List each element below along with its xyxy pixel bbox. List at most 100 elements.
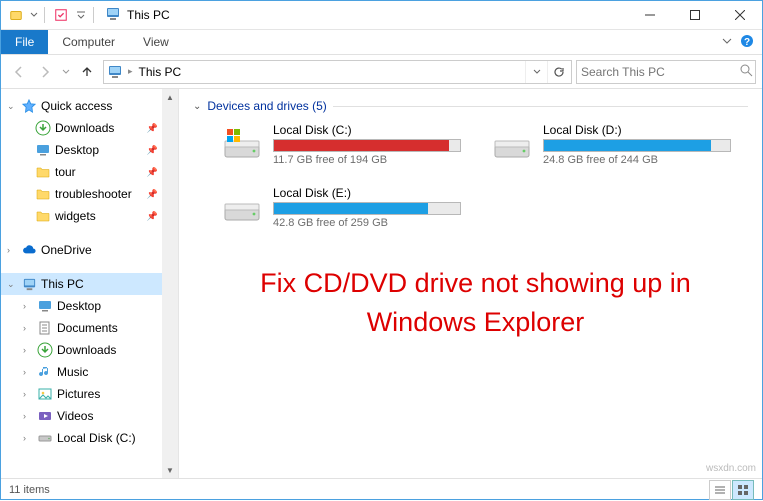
sidebar-item-label: Local Disk (C:) (57, 431, 136, 445)
back-button[interactable] (7, 60, 31, 84)
view-tiles-button[interactable] (732, 480, 754, 500)
navbar: ▸ This PC (1, 55, 762, 89)
tab-computer[interactable]: Computer (48, 30, 129, 54)
divider (333, 106, 748, 107)
address-dropdown-icon[interactable] (525, 61, 547, 83)
qat-dropdown-icon[interactable] (29, 4, 39, 26)
ribbon-expand-icon[interactable] (722, 35, 732, 49)
sidebar-item-label: Desktop (55, 143, 99, 157)
pin-icon: 📌 (147, 189, 158, 200)
sidebar-item[interactable]: › Pictures (1, 383, 178, 405)
up-button[interactable] (75, 60, 99, 84)
sidebar-quick-access[interactable]: ⌄ Quick access (1, 95, 178, 117)
refresh-button[interactable] (547, 61, 569, 83)
watermark: wsxdn.com (706, 463, 756, 474)
pin-icon: 📌 (147, 123, 158, 134)
sidebar-item[interactable]: › Music (1, 361, 178, 383)
drive-item[interactable]: Local Disk (D:)24.8 GB free of 244 GB (491, 123, 731, 166)
search-icon[interactable] (740, 64, 753, 80)
desktop-icon (37, 298, 53, 314)
scrollbar[interactable]: ▲ ▼ (162, 89, 178, 478)
qat-more-icon[interactable] (74, 4, 88, 26)
search-box[interactable] (576, 60, 756, 84)
sidebar-item-label: Pictures (57, 387, 100, 401)
group-header[interactable]: ⌄ Devices and drives (5) (193, 99, 748, 113)
chevron-down-icon[interactable]: ⌄ (193, 101, 201, 112)
drive-icon (37, 430, 53, 446)
sidebar-this-pc[interactable]: ⌄ This PC (1, 273, 178, 295)
statusbar: 11 items (1, 478, 762, 501)
caret-right-icon[interactable]: › (23, 323, 33, 333)
address-text: This PC (137, 65, 521, 79)
pictures-icon (37, 386, 53, 402)
body: ⌄ Quick access Downloads📌Desktop📌tour📌tr… (1, 89, 762, 478)
sidebar-onedrive[interactable]: › OneDrive (1, 239, 178, 261)
search-input[interactable] (581, 65, 736, 79)
maximize-button[interactable] (672, 1, 717, 29)
pc-icon (105, 6, 121, 25)
sidebar-item[interactable]: widgets📌 (1, 205, 178, 227)
sidebar-item-label: Music (57, 365, 88, 379)
caret-right-icon[interactable]: › (7, 245, 17, 255)
caret-right-icon[interactable]: › (23, 389, 33, 399)
drive-info: Local Disk (E:)42.8 GB free of 259 GB (273, 186, 461, 229)
sidebar-item[interactable]: tour📌 (1, 161, 178, 183)
pc-icon (106, 63, 124, 81)
forward-button[interactable] (33, 60, 57, 84)
sidebar-item[interactable]: › Local Disk (C:) (1, 427, 178, 449)
drive-usage-bar (273, 139, 461, 152)
close-button[interactable] (717, 1, 762, 29)
downloads-icon (37, 342, 53, 358)
sidebar-item-label: OneDrive (41, 243, 92, 257)
titlebar: This PC (1, 1, 762, 30)
sidebar-item-label: Quick access (41, 99, 112, 113)
properties-icon[interactable] (50, 4, 72, 26)
drive-info: Local Disk (C:)11.7 GB free of 194 GB (273, 123, 461, 166)
drive-info: Local Disk (D:)24.8 GB free of 244 GB (543, 123, 731, 166)
caret-right-icon[interactable]: › (23, 301, 33, 311)
sidebar-item[interactable]: ›Desktop (1, 295, 178, 317)
sidebar-item[interactable]: ›Videos (1, 405, 178, 427)
caret-right-icon[interactable]: › (23, 411, 33, 421)
status-count: 11 items (9, 484, 50, 496)
caret-down-icon[interactable]: ⌄ (7, 279, 17, 290)
caret-right-icon[interactable]: › (23, 367, 33, 377)
drive-name: Local Disk (C:) (273, 123, 461, 137)
quick-access-toolbar (1, 4, 101, 26)
recent-dropdown-icon[interactable] (59, 60, 73, 84)
scroll-down-icon[interactable]: ▼ (166, 462, 174, 478)
drive-item[interactable]: Local Disk (C:)11.7 GB free of 194 GB (221, 123, 461, 166)
overlay-caption: Fix CD/DVD drive not showing up in Windo… (209, 264, 742, 342)
window-controls (627, 1, 762, 29)
cloud-icon (21, 242, 37, 258)
addr-caret-icon[interactable]: ▸ (128, 66, 133, 77)
address-bar[interactable]: ▸ This PC (103, 60, 572, 84)
caret-right-icon[interactable]: › (23, 433, 33, 443)
caret-down-icon[interactable]: ⌄ (7, 101, 17, 112)
scroll-up-icon[interactable]: ▲ (166, 89, 174, 105)
sidebar-item[interactable]: Downloads📌 (1, 117, 178, 139)
window-title-text: This PC (127, 8, 170, 22)
caret-right-icon[interactable]: › (23, 345, 33, 355)
sidebar-item[interactable]: troubleshooter📌 (1, 183, 178, 205)
sidebar-item[interactable]: ›Downloads (1, 339, 178, 361)
pin-icon: 📌 (147, 167, 158, 178)
drive-usage-bar (273, 202, 461, 215)
tab-view[interactable]: View (129, 30, 183, 54)
pc-icon (21, 276, 37, 292)
sidebar-item[interactable]: Desktop📌 (1, 139, 178, 161)
system-menu-icon[interactable] (5, 4, 27, 26)
drive-item[interactable]: Local Disk (E:)42.8 GB free of 259 GB (221, 186, 461, 229)
window-title: This PC (105, 6, 170, 25)
sidebar-item[interactable]: › Documents (1, 317, 178, 339)
downloads-icon (35, 120, 51, 136)
folder-icon (35, 164, 51, 180)
tab-file[interactable]: File (1, 30, 48, 54)
videos-icon (37, 408, 53, 424)
content-pane: ⌄ Devices and drives (5) Local Disk (C:)… (179, 89, 762, 478)
minimize-button[interactable] (627, 1, 672, 29)
help-icon[interactable]: ? (740, 34, 754, 51)
view-details-button[interactable] (709, 480, 731, 500)
music-icon (37, 364, 53, 380)
sidebar-item-label: Documents (57, 321, 118, 335)
